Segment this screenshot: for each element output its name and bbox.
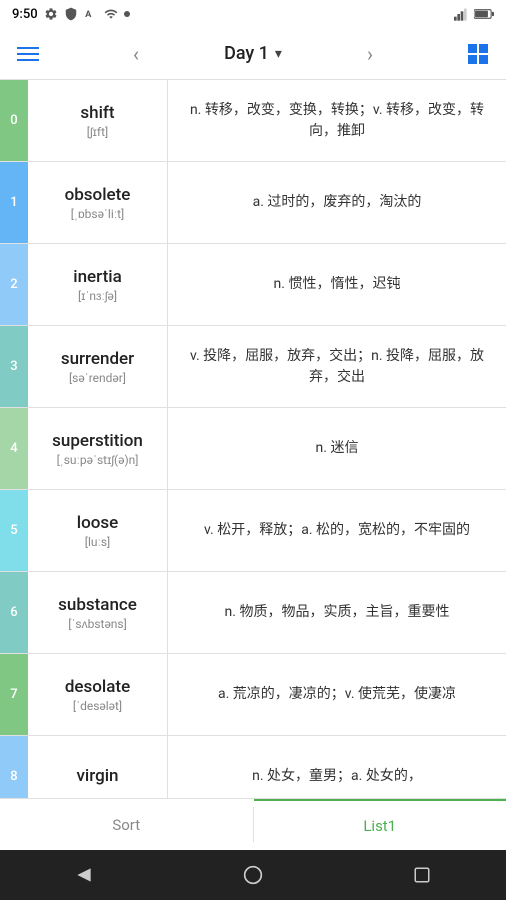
- word-english: virgin: [76, 766, 118, 786]
- word-row[interactable]: 6 substance [ˈsʌbstəns] n. 物质，物品，实质，主旨，重…: [0, 572, 506, 654]
- bottom-tabs: Sort List1: [0, 798, 506, 850]
- recent-nav-button[interactable]: [404, 857, 440, 893]
- word-phonetic: [ɪˈnɜːʃə]: [78, 289, 117, 303]
- status-right: [454, 7, 494, 21]
- word-cell: virgin: [28, 736, 168, 798]
- word-definition: n. 处女，童男；a. 处女的，: [168, 736, 506, 798]
- wifi-icon: [104, 7, 118, 21]
- sort-tab-label: Sort: [112, 816, 140, 834]
- menu-button[interactable]: [8, 34, 48, 74]
- word-english: desolate: [65, 677, 130, 697]
- word-cell: surrender [səˈrendər]: [28, 326, 168, 407]
- word-definition: n. 物质，物品，实质，主旨，重要性: [168, 572, 506, 653]
- word-english: obsolete: [65, 185, 131, 205]
- word-row[interactable]: 8 virgin n. 处女，童男；a. 处女的，: [0, 736, 506, 798]
- word-cell: loose [luːs]: [28, 490, 168, 571]
- battery-icon: [474, 8, 494, 20]
- list1-tab[interactable]: List1: [254, 799, 506, 850]
- word-cell: superstition [ˌsuːpəˈstɪʃ(ə)n]: [28, 408, 168, 489]
- word-definition: n. 迷信: [168, 408, 506, 489]
- word-english: inertia: [73, 267, 122, 287]
- chevron-down-icon: ▾: [275, 46, 282, 62]
- content-area: 0 shift [ʃɪft] n. 转移，改变，变换，转换；v. 转移，改变，转…: [0, 80, 506, 850]
- word-cell: desolate [ˈdesələt]: [28, 654, 168, 735]
- back-nav-button[interactable]: [66, 857, 102, 893]
- word-phonetic: [ˈdesələt]: [73, 699, 122, 713]
- row-number: 6: [0, 572, 28, 653]
- word-definition: v. 松开，释放；a. 松的，宽松的，不牢固的: [168, 490, 506, 571]
- row-number: 4: [0, 408, 28, 489]
- forward-arrow-button[interactable]: ›: [352, 36, 388, 72]
- word-list: 0 shift [ʃɪft] n. 转移，改变，变换，转换；v. 转移，改变，转…: [0, 80, 506, 798]
- word-row[interactable]: 7 desolate [ˈdesələt] a. 荒凉的，凄凉的；v. 使荒芜，…: [0, 654, 506, 736]
- word-row[interactable]: 5 loose [luːs] v. 松开，释放；a. 松的，宽松的，不牢固的: [0, 490, 506, 572]
- word-phonetic: [səˈrendər]: [69, 371, 126, 385]
- word-cell: obsolete [ˌɒbsəˈliːt]: [28, 162, 168, 243]
- word-phonetic: [ˌsuːpəˈstɪʃ(ə)n]: [57, 453, 139, 467]
- hamburger-icon: [17, 47, 39, 61]
- word-english: superstition: [52, 431, 143, 451]
- grid-icon: [468, 44, 488, 64]
- home-circle-icon: [243, 865, 263, 885]
- word-definition: n. 惯性，惰性，迟钝: [168, 244, 506, 325]
- status-time: 9:50: [12, 7, 38, 22]
- row-number: 3: [0, 326, 28, 407]
- word-row[interactable]: 0 shift [ʃɪft] n. 转移，改变，变换，转换；v. 转移，改变，转…: [0, 80, 506, 162]
- word-definition: a. 荒凉的，凄凉的；v. 使荒芜，使凄凉: [168, 654, 506, 735]
- android-nav-bar: [0, 850, 506, 900]
- nav-bar: ‹ Day 1 ▾ ›: [0, 28, 506, 80]
- word-english: loose: [77, 513, 118, 533]
- back-arrow-button[interactable]: ‹: [118, 36, 154, 72]
- word-phonetic: [luːs]: [85, 535, 110, 549]
- word-definition: a. 过时的，废弃的，淘汰的: [168, 162, 506, 243]
- status-bar: 9:50 A: [0, 0, 506, 28]
- home-nav-button[interactable]: [235, 857, 271, 893]
- gear-icon: [44, 7, 58, 21]
- sort-tab[interactable]: Sort: [0, 799, 253, 850]
- word-row[interactable]: 1 obsolete [ˌɒbsəˈliːt] a. 过时的，废弃的，淘汰的: [0, 162, 506, 244]
- shield-icon: [64, 7, 78, 21]
- list1-tab-label: List1: [363, 817, 396, 835]
- signal-icon: [454, 7, 470, 21]
- word-phonetic: [ˌɒbsəˈliːt]: [71, 207, 124, 221]
- word-english: shift: [80, 103, 114, 123]
- word-phonetic: [ˈsʌbstəns]: [68, 617, 127, 631]
- recent-square-icon: [413, 866, 431, 884]
- word-definition: n. 转移，改变，变换，转换；v. 转移，改变，转向，推卸: [168, 80, 506, 161]
- list-view-button[interactable]: [458, 34, 498, 74]
- svg-text:A: A: [85, 9, 92, 20]
- word-phonetic: [ʃɪft]: [87, 125, 108, 139]
- row-number: 8: [0, 736, 28, 798]
- row-number: 5: [0, 490, 28, 571]
- status-left: 9:50 A: [12, 7, 130, 22]
- a-icon: A: [84, 7, 98, 21]
- word-cell: substance [ˈsʌbstəns]: [28, 572, 168, 653]
- day-title: Day 1: [224, 43, 269, 64]
- word-row[interactable]: 4 superstition [ˌsuːpəˈstɪʃ(ə)n] n. 迷信: [0, 408, 506, 490]
- nav-title[interactable]: Day 1 ▾: [224, 43, 282, 64]
- word-row[interactable]: 3 surrender [səˈrendər] v. 投降，屈服，放弃，交出；n…: [0, 326, 506, 408]
- row-number: 7: [0, 654, 28, 735]
- word-cell: inertia [ɪˈnɜːʃə]: [28, 244, 168, 325]
- word-english: substance: [58, 595, 137, 615]
- row-number: 0: [0, 80, 28, 161]
- word-row[interactable]: 2 inertia [ɪˈnɜːʃə] n. 惯性，惰性，迟钝: [0, 244, 506, 326]
- dot-indicator: [124, 11, 130, 17]
- word-english: surrender: [61, 349, 134, 369]
- row-number: 2: [0, 244, 28, 325]
- back-triangle-icon: [74, 865, 94, 885]
- row-number: 1: [0, 162, 28, 243]
- word-definition: v. 投降，屈服，放弃，交出；n. 投降，屈服，放弃，交出: [168, 326, 506, 407]
- word-cell: shift [ʃɪft]: [28, 80, 168, 161]
